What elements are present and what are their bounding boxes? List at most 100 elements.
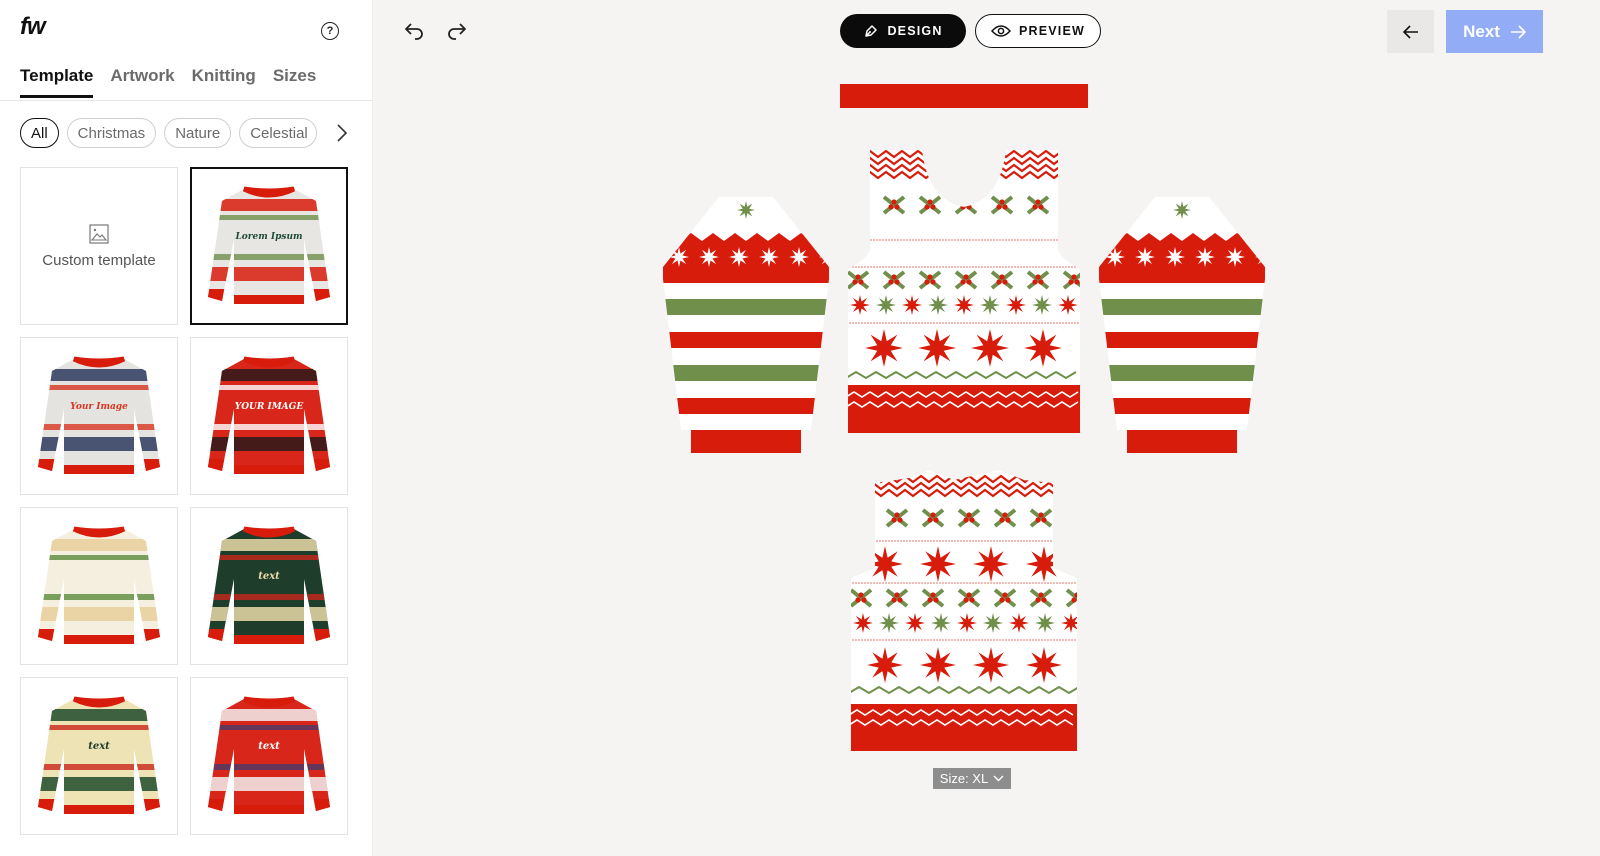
- back-holly-berry: [1005, 517, 1011, 523]
- filter-chip-christmas[interactable]: Christmas: [66, 118, 157, 148]
- front-holly-leaf: [1070, 195, 1080, 215]
- front-holly-row-berry: [855, 274, 861, 280]
- front-holly-row-berry: [960, 279, 966, 285]
- chevron-down-icon: [993, 775, 1004, 782]
- back-holly-berry: [1002, 512, 1008, 518]
- tabs-divider: [0, 100, 372, 101]
- template-text: text: [88, 741, 110, 752]
- front-small-star: [876, 295, 896, 315]
- size-select[interactable]: Size: XL: [933, 768, 1011, 789]
- front-holly-row-berry: [1035, 274, 1041, 280]
- front-holly-row-berry: [1074, 279, 1080, 285]
- front-holly-row-berry: [1071, 274, 1077, 280]
- template-text: Lorem Ipsum: [234, 232, 302, 242]
- back-big-star: [920, 546, 956, 582]
- help-button[interactable]: ?: [321, 22, 339, 40]
- front-holly-row-berry: [1068, 279, 1074, 285]
- custom-template-card[interactable]: Custom template: [20, 167, 178, 325]
- preview-mode-button[interactable]: PREVIEW: [975, 14, 1101, 48]
- back-body-piece[interactable]: [849, 468, 1079, 752]
- sleeve-star: [1105, 247, 1125, 267]
- front-holly-row-berry: [858, 279, 864, 285]
- sleeve-triangle: [823, 233, 829, 241]
- front-small-star: [954, 295, 974, 315]
- back-big-star: [920, 647, 956, 683]
- back-holly-row-berry: [927, 597, 933, 603]
- front-holly-row-berry: [894, 279, 900, 285]
- front-holly-row-berry: [891, 274, 897, 280]
- back-button[interactable]: [1387, 10, 1434, 53]
- back-big-star: [973, 546, 1009, 582]
- back-holly-berry: [930, 512, 936, 518]
- back-small-star: [1009, 613, 1029, 633]
- template-text: text: [258, 741, 280, 752]
- template-card[interactable]: Your Image: [20, 337, 178, 495]
- front-small-star: [902, 295, 922, 315]
- front-body-piece[interactable]: [846, 145, 1082, 435]
- sidebar: fw ? Template Artwork Knitting Sizes All…: [0, 0, 373, 856]
- sweater-thumbnail: text: [208, 696, 330, 814]
- back-holly-berry: [1077, 517, 1079, 522]
- sweater-thumbnail: YOUR IMAGE: [208, 356, 330, 474]
- filter-chip-celestial[interactable]: Celestial: [239, 118, 318, 148]
- front-holly-berry: [1074, 204, 1080, 210]
- back-holly-row-berry: [999, 597, 1005, 603]
- design-mode-button[interactable]: DESIGN: [840, 14, 966, 48]
- sweater-thumbnail: text: [208, 526, 330, 644]
- filter-chip-all[interactable]: All: [20, 118, 59, 148]
- back-holly-berry: [894, 512, 900, 518]
- tab-sizes[interactable]: Sizes: [273, 66, 316, 97]
- size-select-label: Size: XL: [939, 771, 989, 786]
- back-holly-leaf: [851, 508, 865, 528]
- front-holly-berry: [924, 204, 930, 210]
- back-holly-row-berry: [1005, 597, 1011, 603]
- collar-piece[interactable]: [840, 84, 1088, 108]
- front-small-star: [928, 295, 948, 315]
- tab-template[interactable]: Template: [20, 66, 94, 98]
- front-holly-berry: [960, 204, 966, 210]
- sleeve-stripe: [1099, 365, 1265, 381]
- undo-icon[interactable]: [403, 20, 427, 42]
- front-holly-berry: [852, 204, 858, 210]
- snowflake-motif: [1173, 201, 1191, 219]
- template-card[interactable]: text: [190, 677, 348, 835]
- filter-chip-nature[interactable]: Nature: [164, 118, 232, 148]
- right-sleeve-piece[interactable]: [1097, 195, 1267, 455]
- app-logo[interactable]: fw: [20, 13, 46, 41]
- sidebar-tabs: Template Artwork Knitting Sizes: [20, 66, 316, 98]
- chevron-right-icon[interactable]: [334, 122, 350, 144]
- sleeve-star: [1225, 247, 1245, 267]
- front-holly-berry: [1068, 204, 1074, 210]
- template-card[interactable]: text: [20, 677, 178, 835]
- front-holly-berry: [1002, 204, 1008, 210]
- sweater-thumbnail: Lorem Ipsum: [208, 186, 330, 304]
- sleeve-star: [1135, 247, 1155, 267]
- tab-knitting[interactable]: Knitting: [192, 66, 256, 97]
- sleeve-star: [1165, 247, 1185, 267]
- back-big-star: [973, 647, 1009, 683]
- template-card[interactable]: Lorem Ipsum: [190, 167, 348, 325]
- template-card[interactable]: YOUR IMAGE: [190, 337, 348, 495]
- next-button[interactable]: Next: [1446, 10, 1543, 53]
- back-holly-row-berry: [855, 597, 861, 603]
- front-holly-row-berry: [963, 274, 969, 280]
- tab-artwork[interactable]: Artwork: [110, 66, 174, 97]
- sweater-thumbnail: Your Image: [38, 356, 160, 474]
- eye-icon: [990, 25, 1011, 37]
- left-sleeve-piece[interactable]: [661, 195, 831, 455]
- back-holly-berry: [1071, 517, 1077, 523]
- front-holly-berry: [927, 199, 933, 205]
- back-big-star: [1026, 546, 1062, 582]
- front-small-star: [1006, 295, 1026, 315]
- template-text: text: [258, 571, 280, 582]
- template-grid: Custom template Lorem Ipsum Your Image Y…: [20, 167, 348, 835]
- redo-icon[interactable]: [444, 20, 468, 42]
- sweater-thumbnail: text: [38, 696, 160, 814]
- template-card[interactable]: text: [190, 507, 348, 665]
- front-holly-leaf: [848, 195, 862, 215]
- template-card[interactable]: [20, 507, 178, 665]
- back-holly-row-berry: [930, 592, 936, 598]
- front-holly-berry: [966, 204, 972, 210]
- sleeve-stripe: [1099, 398, 1265, 414]
- back-holly-row-berry: [1041, 597, 1047, 603]
